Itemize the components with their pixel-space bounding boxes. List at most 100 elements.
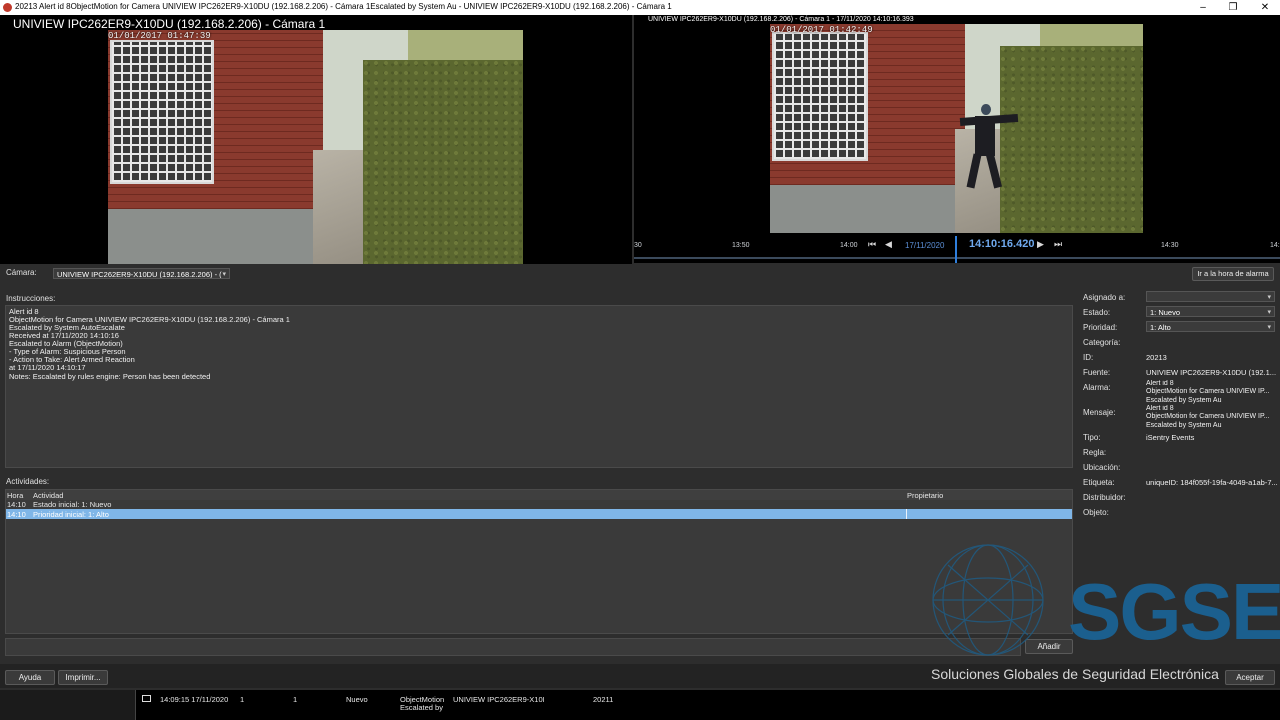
alarm-line: ObjectMotion for Camera UNIVIEW IP... xyxy=(1146,388,1270,396)
type-value: iSentry Events xyxy=(1146,433,1195,442)
chevron-down-icon: ▾ xyxy=(1267,309,1271,316)
restore-button[interactable]: ❐ xyxy=(1218,0,1248,15)
row-activity: Estado inicial: 1: Nuevo xyxy=(33,500,112,509)
alarm-label: Alarma: xyxy=(1083,383,1111,392)
activities-grid[interactable]: Hora Actividad Propietario 14:10 Estado … xyxy=(5,489,1073,634)
previous-frame-button[interactable]: ◀ xyxy=(885,239,892,250)
row-time: 14:10 xyxy=(7,510,26,519)
list-item-time: 14:09:15 17/11/2020 xyxy=(160,695,229,704)
list-item-description-2: Escalated by xyxy=(400,703,443,712)
alarm-line: Alert id 8 xyxy=(1146,380,1174,387)
object-label: Objeto: xyxy=(1083,508,1109,517)
alarm-value: Alert id 8 ObjectMotion for Camera UNIVI… xyxy=(1146,380,1278,405)
id-value: 20213 xyxy=(1146,353,1167,362)
chevron-down-icon: ▾ xyxy=(222,271,226,278)
live-video-osd-timestamp: 01/01/2017 01:47:39 xyxy=(108,31,211,41)
instructions-textbox[interactable]: Alert id 8 ObjectMotion for Camera UNIVI… xyxy=(5,305,1073,468)
column-header-time[interactable]: Hora xyxy=(7,491,23,500)
live-camera-title: UNIVIEW IPC262ER9-X10DU (192.168.2.206) … xyxy=(13,17,326,31)
camera-select[interactable]: UNIVIEW IPC262ER9-X10DU (192.168.2.206) … xyxy=(53,268,230,279)
list-item[interactable]: 14:09:15 17/11/2020 1 1 Nuevo ObjectMoti… xyxy=(0,690,1280,720)
live-video-pane[interactable]: UNIVIEW IPC262ER9-X10DU (192.168.2.206) … xyxy=(0,15,632,264)
background-alarm-list: 14:09:15 17/11/2020 1 1 Nuevo ObjectMoti… xyxy=(0,690,1280,720)
timeline-current-time: 14:10:16.420 xyxy=(969,238,1035,250)
row-activity: Prioridad inicial: 1: Alto xyxy=(33,510,109,519)
camera-select-value: UNIVIEW IPC262ER9-X10DU (192.168.2.206) … xyxy=(57,270,222,279)
chevron-down-icon: ▾ xyxy=(1267,324,1271,331)
playback-video-pane[interactable]: UNIVIEW IPC262ER9-X10DU (192.168.2.206) … xyxy=(634,15,1280,233)
help-button[interactable]: Ayuda xyxy=(5,670,55,685)
activity-input[interactable] xyxy=(5,638,1021,656)
playback-video-frame: 01/01/2017 01:42:49 xyxy=(770,24,1143,233)
assigned-label: Asignado a: xyxy=(1083,293,1126,302)
list-item-camera: UNIVIEW IPC262ER9-X10I xyxy=(453,695,545,704)
row-time: 14:10 xyxy=(7,500,26,509)
source-label: Fuente: xyxy=(1083,368,1111,377)
message-line: Alert id 8 xyxy=(1146,405,1174,412)
timeline-playhead[interactable] xyxy=(955,236,957,263)
timeline-date: 17/11/2020 xyxy=(905,241,945,250)
app-icon xyxy=(3,3,12,12)
assigned-select[interactable]: ▾ xyxy=(1146,291,1275,302)
playback-video-osd-timestamp: 01/01/2017 01:42:49 xyxy=(770,25,873,35)
state-select-value: 1: Nuevo xyxy=(1150,308,1181,317)
timeline-tick: 14:30 xyxy=(1161,242,1179,249)
message-line: Escalated by System Au xyxy=(1146,421,1222,429)
rule-label: Regla: xyxy=(1083,448,1107,457)
activities-grid-header: Hora Actividad Propietario xyxy=(6,490,1072,500)
print-button[interactable]: Imprimir... xyxy=(58,670,108,685)
camera-label: Cámara: xyxy=(6,268,37,277)
state-select[interactable]: 1: Nuevo ▾ xyxy=(1146,306,1275,317)
instructions-line: Notes: Escalated by rules engine: Person… xyxy=(9,372,211,381)
priority-select[interactable]: 1: Alto ▾ xyxy=(1146,321,1275,332)
table-row-selected[interactable]: 14:10 Prioridad inicial: 1: Alto xyxy=(6,509,1072,519)
skip-forward-button[interactable]: ⏭ xyxy=(1054,239,1062,250)
activities-label: Actividades: xyxy=(6,477,50,486)
location-label: Ubicación: xyxy=(1083,463,1121,472)
message-label: Mensaje: xyxy=(1083,408,1116,417)
id-label: ID: xyxy=(1083,353,1094,362)
list-item-col1: 1 xyxy=(240,695,245,704)
timeline-tick: 13:50 xyxy=(732,242,750,249)
close-button[interactable]: ✕ xyxy=(1250,0,1280,15)
goto-alarm-time-button[interactable]: Ir a la hora de alarma xyxy=(1192,267,1274,281)
category-label: Categoría: xyxy=(1083,338,1121,347)
priority-label: Prioridad: xyxy=(1083,323,1118,332)
table-row[interactable]: 14:10 Estado inicial: 1: Nuevo xyxy=(6,500,1072,509)
alarm-list-icon xyxy=(142,695,151,702)
window-title: 20213 Alert id 8ObjectMotion for Camera … xyxy=(15,2,672,11)
type-label: Tipo: xyxy=(1083,433,1101,442)
playback-timeline[interactable]: 30 13:50 14:00 ⏮ ◀ 17/11/2020 14:10:16.4… xyxy=(634,233,1280,263)
playback-camera-title: UNIVIEW IPC262ER9-X10DU (192.168.2.206) … xyxy=(648,16,914,23)
instructions-label: Instrucciones: xyxy=(6,294,56,303)
live-video-frame: 01/01/2017 01:47:39 xyxy=(108,30,523,264)
timeline-tick: 14:00 xyxy=(840,242,858,249)
accept-button[interactable]: Aceptar xyxy=(1225,670,1275,685)
timeline-track[interactable] xyxy=(634,257,1280,259)
distributor-label: Distribuidor: xyxy=(1083,493,1126,502)
chevron-down-icon: ▾ xyxy=(1267,294,1271,301)
priority-select-value: 1: Alto xyxy=(1150,323,1171,332)
timeline-tick: 14: xyxy=(1270,242,1280,249)
globe-logo-icon xyxy=(932,544,1044,656)
sgse-logo: SGSE xyxy=(1068,567,1280,656)
list-item-id: 20211 xyxy=(593,695,614,704)
message-line: ObjectMotion for Camera UNIVIEW IP... xyxy=(1146,413,1270,421)
source-value: UNIVIEW IPC262ER9-X10DU (192.1... xyxy=(1146,368,1277,377)
column-divider xyxy=(906,509,907,519)
window-titlebar: 20213 Alert id 8ObjectMotion for Camera … xyxy=(0,0,1280,15)
play-button[interactable]: ▶ xyxy=(1037,239,1044,250)
state-label: Estado: xyxy=(1083,308,1111,317)
alarm-line: Escalated by System Au xyxy=(1146,396,1222,404)
column-header-owner[interactable]: Propietario xyxy=(907,491,943,500)
minimize-button[interactable]: – xyxy=(1188,0,1218,15)
column-header-activity[interactable]: Actividad xyxy=(33,491,63,500)
list-item-col2: 1 xyxy=(293,695,298,704)
skip-back-button[interactable]: ⏮ xyxy=(868,239,876,250)
tag-label: Etiqueta: xyxy=(1083,478,1115,487)
timeline-tick: 30 xyxy=(634,242,642,249)
list-item-state: Nuevo xyxy=(346,695,368,704)
message-value: Alert id 8 ObjectMotion for Camera UNIVI… xyxy=(1146,405,1278,430)
sgse-tagline: Soluciones Globales de Seguridad Electró… xyxy=(931,666,1219,682)
tag-value: uniqueID: 184f055f-19fa-4049-a1ab-7... xyxy=(1146,478,1278,487)
